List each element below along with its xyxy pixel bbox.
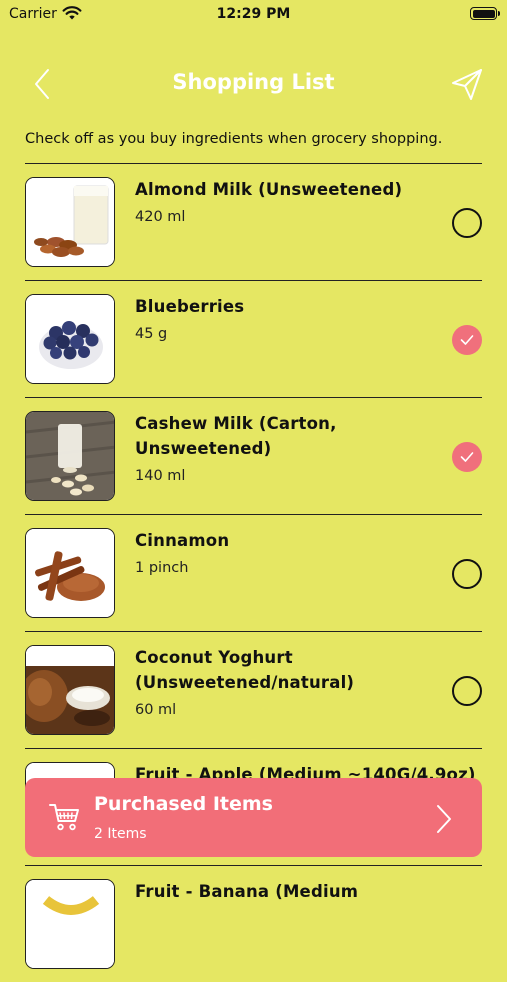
list-item[interactable]: Cashew Milk (Carton, Unsweetened) 140 ml xyxy=(25,397,482,514)
item-quantity: 420 ml xyxy=(135,209,186,225)
list-item[interactable]: Almond Milk (Unsweetened) 420 ml xyxy=(25,163,482,280)
cashew-milk-image xyxy=(25,411,115,501)
instruction-text: Check off as you buy ingredients when gr… xyxy=(25,131,443,147)
item-quantity: 60 ml xyxy=(135,702,177,718)
checkmark-icon xyxy=(460,335,474,345)
chevron-right-icon xyxy=(437,805,451,833)
banana-image xyxy=(25,879,115,969)
page-title: Shopping List xyxy=(172,70,335,94)
almond-milk-image xyxy=(25,177,115,267)
list-item[interactable]: Blueberries 45 g xyxy=(25,280,482,397)
blueberries-image xyxy=(25,294,115,384)
coconut-yoghurt-image xyxy=(25,645,115,735)
cinnamon-image xyxy=(25,528,115,618)
list-item[interactable]: Fruit - Banana (Medium xyxy=(25,865,482,982)
item-quantity: 1 pinch xyxy=(135,560,189,576)
check-toggle[interactable] xyxy=(452,208,482,238)
item-name: Cinnamon xyxy=(135,531,230,550)
item-name: Coconut Yoghurt (Unsweetened/natural) xyxy=(135,648,355,692)
status-bar: Carrier 12:29 PM xyxy=(0,0,507,30)
purchased-items-count: 2 Items xyxy=(94,826,147,842)
paper-plane-icon xyxy=(452,69,482,100)
item-name: Blueberries xyxy=(135,297,245,316)
nav-bar: Shopping List xyxy=(0,58,507,110)
item-quantity: 140 ml xyxy=(135,468,186,484)
battery-icon xyxy=(470,7,500,20)
purchased-items-button[interactable]: Purchased Items 2 Items xyxy=(25,778,482,857)
check-toggle[interactable] xyxy=(452,442,482,472)
share-button[interactable] xyxy=(449,66,485,102)
shopping-list: Almond Milk (Unsweetened) 420 ml Blueber… xyxy=(25,163,482,982)
item-name: Almond Milk (Unsweetened) xyxy=(135,180,403,199)
clock: 12:29 PM xyxy=(216,6,291,22)
list-item[interactable]: Coconut Yoghurt (Unsweetened/natural) 60… xyxy=(25,631,482,748)
check-toggle[interactable] xyxy=(452,559,482,589)
purchased-items-title: Purchased Items xyxy=(94,793,273,815)
list-item[interactable]: Cinnamon 1 pinch xyxy=(25,514,482,631)
check-toggle[interactable] xyxy=(452,676,482,706)
shopping-cart-icon xyxy=(49,804,79,831)
item-quantity: 45 g xyxy=(135,326,168,342)
checkmark-icon xyxy=(460,452,474,462)
item-name: Fruit - Banana (Medium xyxy=(135,882,359,901)
check-toggle[interactable] xyxy=(452,325,482,355)
item-name: Cashew Milk (Carton, Unsweetened) xyxy=(135,414,337,458)
